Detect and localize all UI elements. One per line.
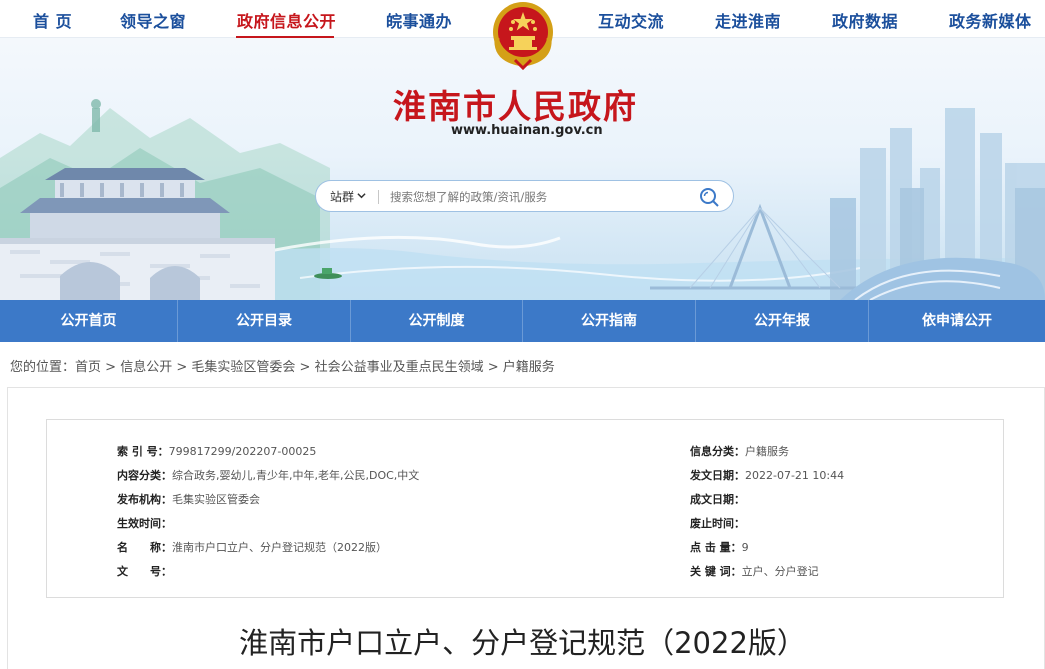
topnav-home[interactable]: 首 页 xyxy=(33,8,72,32)
meta-written-date: 成文日期： xyxy=(690,493,745,506)
national-emblem-icon xyxy=(493,2,553,70)
tab-public-home[interactable]: 公开首页 xyxy=(0,300,177,342)
tab-public-catalog[interactable]: 公开目录 xyxy=(178,300,350,342)
meta-issue-date: 发文日期：2022-07-21 10:44 xyxy=(690,469,845,482)
meta-info-category: 信息分类：户籍服务 xyxy=(690,445,789,458)
document-title: 淮南市户口立户、分户登记规范（2022版） xyxy=(239,626,806,660)
breadcrumb-separator: > xyxy=(172,360,192,375)
meta-expiry-time: 废止时间： xyxy=(690,517,745,530)
breadcrumb-separator: > xyxy=(101,360,121,375)
meta-keywords: 关 键 词：立户、分户登记 xyxy=(690,565,819,578)
tab-public-annual-report[interactable]: 公开年报 xyxy=(696,300,868,342)
meta-click-count: 点 击 量：9 xyxy=(690,541,749,554)
breadcrumb-separator: > xyxy=(483,360,503,375)
breadcrumb-item-info-public[interactable]: 信息公开 xyxy=(120,360,172,375)
tab-public-guide[interactable]: 公开指南 xyxy=(523,300,695,342)
search-bar: 站群 xyxy=(315,180,734,212)
topnav-about-huainan[interactable]: 走进淮南 xyxy=(715,8,781,32)
breadcrumb-item-home[interactable]: 首页 xyxy=(75,360,101,375)
tab-public-system[interactable]: 公开制度 xyxy=(351,300,522,342)
breadcrumb-item-maoji[interactable]: 毛集实验区管委会 xyxy=(191,360,295,375)
meta-document-number: 文 号： xyxy=(117,565,172,578)
meta-effective-time: 生效时间： xyxy=(117,517,172,530)
breadcrumb-separator: > xyxy=(295,360,315,375)
topnav-wanshitong[interactable]: 皖事通办 xyxy=(386,8,452,32)
search-icon[interactable] xyxy=(698,186,720,208)
breadcrumb: 您的位置：首页 > 信息公开 > 毛集实验区管委会 > 社会公益事业及重点民生领… xyxy=(10,356,555,375)
search-input[interactable] xyxy=(390,186,680,208)
topnav-gov-data[interactable]: 政府数据 xyxy=(832,8,898,32)
search-scope-select[interactable]: 站群 xyxy=(330,188,354,205)
header-banner: 淮南市人民政府 www.huainan.gov.cn 站群 xyxy=(0,38,1045,300)
topnav-leaders[interactable]: 领导之窗 xyxy=(120,8,186,32)
breadcrumb-prefix: 您的位置： xyxy=(10,360,76,375)
meta-index-number: 索 引 号：799817299/202207-00025 xyxy=(117,445,317,458)
site-url: www.huainan.gov.cn xyxy=(451,123,603,138)
meta-publisher: 发布机构：毛集实验区管委会 xyxy=(117,493,260,506)
topnav-interaction[interactable]: 互动交流 xyxy=(598,8,664,32)
page: 首 页 领导之窗 政府信息公开 皖事通办 互动交流 走进淮南 政府数据 政务新媒… xyxy=(0,0,1045,669)
chevron-down-icon[interactable] xyxy=(357,191,366,200)
topnav-new-media[interactable]: 政务新媒体 xyxy=(949,8,1032,32)
tab-apply-disclosure[interactable]: 依申请公开 xyxy=(869,300,1045,342)
banner-landscape-illustration xyxy=(0,99,1045,300)
public-info-navigation: 公开首页 公开目录 公开制度 公开指南 公开年报 依申请公开 xyxy=(0,300,1045,342)
search-divider xyxy=(378,190,379,204)
breadcrumb-item-public-welfare[interactable]: 社会公益事业及重点民生领域 xyxy=(315,360,484,375)
topnav-gov-info-public[interactable]: 政府信息公开 xyxy=(237,8,336,32)
meta-content-category: 内容分类：综合政务,婴幼儿,青少年,中年,老年,公民,DOC,中文 xyxy=(117,469,420,482)
site-title: 淮南市人民政府 xyxy=(393,87,638,126)
meta-name: 名 称：淮南市户口立户、分户登记规范（2022版） xyxy=(117,541,387,554)
breadcrumb-item-household[interactable]: 户籍服务 xyxy=(503,360,555,375)
